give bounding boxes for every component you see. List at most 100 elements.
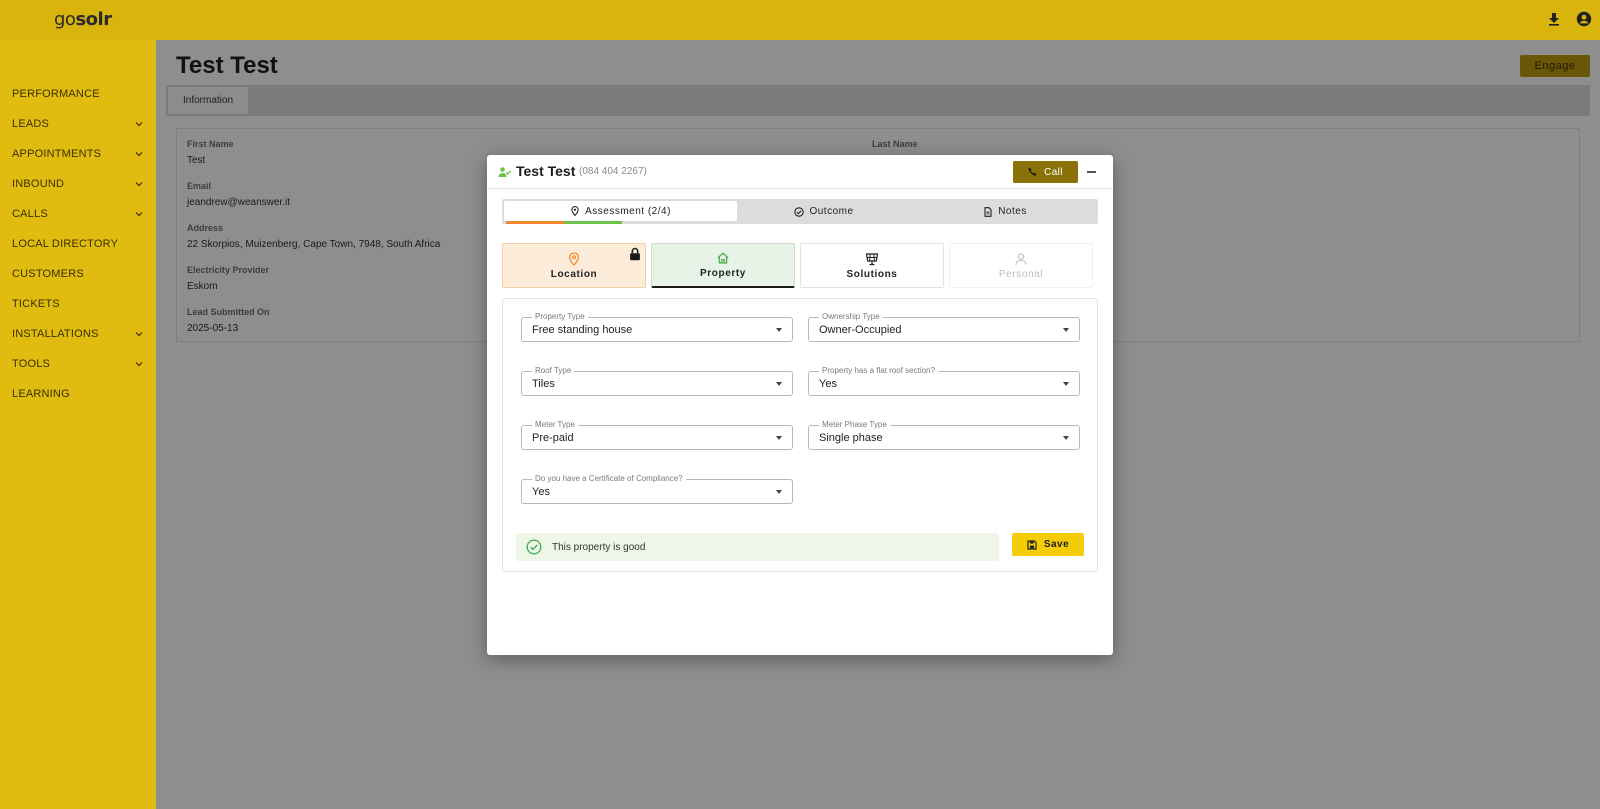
sidebar-item-label: LEARNING (12, 388, 70, 400)
chevron-down-icon (135, 182, 143, 187)
sidebar-item-learning[interactable]: LEARNING (0, 379, 156, 409)
step-location[interactable]: Location (502, 243, 646, 288)
location-pin-icon (568, 251, 580, 266)
step-personal[interactable]: Personal (949, 243, 1093, 288)
modal-lead-phone: (084 404 2267) (579, 166, 647, 177)
tab-notes-label: Notes (998, 206, 1027, 217)
caret-down-icon (1063, 436, 1069, 440)
modal-lead-name: Test Test (516, 163, 576, 179)
sidebar-item-label: LOCAL DIRECTORY (12, 238, 119, 250)
call-button[interactable]: Call (1013, 161, 1078, 183)
last-name-field: Last Name (872, 139, 918, 155)
sidebar-item-leads[interactable]: LEADS (0, 109, 156, 139)
chevron-down-icon (135, 212, 143, 217)
download-icon[interactable] (1546, 11, 1562, 27)
tab-notes[interactable]: Notes (912, 199, 1098, 224)
property-type-select[interactable]: Property Type Free standing house (521, 312, 793, 342)
first-name-field: First Name Test (187, 139, 234, 166)
logo-suffix: solr (75, 9, 112, 30)
sidebar-item-inbound[interactable]: INBOUND (0, 169, 156, 199)
chevron-down-icon (135, 332, 143, 337)
caret-down-icon (776, 328, 782, 332)
sidebar-item-installations[interactable]: INSTALLATIONS (0, 319, 156, 349)
select-label: Roof Type (532, 366, 575, 375)
field-label: Electricity Provider (187, 265, 270, 275)
select-label: Property Type (532, 312, 588, 321)
select-label: Property has a flat roof section? (819, 366, 938, 375)
address-field: Address 22 Skorpios, Muizenberg, Cape To… (187, 223, 440, 250)
sidebar-item-label: CUSTOMERS (12, 268, 84, 280)
top-bar: gosolr (0, 0, 1600, 40)
page-title: Test Test (176, 52, 278, 79)
sidebar-item-appointments[interactable]: APPOINTMENTS (0, 139, 156, 169)
sidebar-item-calls[interactable]: CALLS (0, 199, 156, 229)
roof-type-select[interactable]: Roof Type Tiles (521, 366, 793, 396)
property-form: Property Type Free standing house Owners… (502, 298, 1098, 572)
tab-outcome[interactable]: Outcome (739, 199, 909, 224)
tab-outcome-label: Outcome (809, 206, 854, 217)
page-tab-bar: Information (166, 85, 1590, 116)
sidebar-item-label: TOOLS (12, 358, 51, 370)
field-label: Last Name (872, 139, 918, 149)
select-value: Yes (532, 486, 550, 498)
step-solutions[interactable]: Solutions (800, 243, 944, 288)
caret-down-icon (1063, 328, 1069, 332)
electricity-provider-field: Electricity Provider Eskom (187, 265, 269, 292)
sidebar-item-label: TICKETS (12, 298, 60, 310)
caret-down-icon (1063, 382, 1069, 386)
caret-down-icon (776, 382, 782, 386)
select-label: Do you have a Certificate of Compliance? (532, 474, 686, 483)
minimize-icon[interactable] (1087, 171, 1096, 173)
sidebar-item-local-directory[interactable]: LOCAL DIRECTORY (0, 229, 156, 259)
sidebar-item-performance[interactable]: PERFORMANCE (0, 79, 156, 109)
sidebar-item-tools[interactable]: TOOLS (0, 349, 156, 379)
ownership-type-select[interactable]: Ownership Type Owner-Occupied (808, 312, 1080, 342)
select-label: Meter Phase Type (819, 420, 890, 429)
account-circle-icon[interactable] (1576, 11, 1592, 27)
step-personal-label: Personal (998, 268, 1044, 280)
engage-button[interactable]: Engage (1520, 55, 1590, 77)
solar-panel-icon (865, 252, 879, 265)
check-circle-icon (526, 539, 542, 555)
save-button[interactable]: Save (1012, 533, 1084, 556)
home-icon (717, 252, 729, 264)
select-value: Yes (819, 378, 837, 390)
field-label: Address (187, 223, 224, 233)
sidebar: PERFORMANCE LEADS APPOINTMENTS INBOUND C… (0, 40, 156, 809)
step-location-label: Location (550, 268, 598, 280)
field-value: jeandrew@weanswer.it (187, 197, 290, 208)
document-icon (984, 206, 992, 217)
field-label: Lead Submitted On (187, 307, 270, 317)
field-value: 2025-05-13 (187, 323, 239, 334)
sidebar-item-customers[interactable]: CUSTOMERS (0, 259, 156, 289)
select-value: Free standing house (532, 324, 633, 336)
field-value: 22 Skorpios, Muizenberg, Cape Town, 7948… (187, 239, 441, 250)
location-pin-icon (571, 206, 579, 216)
tab-assessment[interactable]: Assessment (2/4) (504, 201, 737, 224)
tab-assessment-label: Assessment (2/4) (585, 205, 671, 217)
user-check-icon (498, 167, 511, 177)
status-message-text: This property is good (552, 541, 646, 553)
flat-roof-select[interactable]: Property has a flat roof section? Yes (808, 366, 1080, 396)
app-logo[interactable]: gosolr (54, 9, 112, 30)
tab-information[interactable]: Information (168, 87, 248, 114)
step-solutions-label: Solutions (846, 268, 898, 280)
save-icon (1027, 539, 1037, 550)
select-value: Single phase (819, 432, 883, 444)
meter-type-select[interactable]: Meter Type Pre-paid (521, 420, 793, 450)
lock-icon (630, 247, 640, 261)
sidebar-item-tickets[interactable]: TICKETS (0, 289, 156, 319)
sidebar-item-label: CALLS (12, 208, 48, 220)
select-label: Meter Type (532, 420, 578, 429)
caret-down-icon (776, 490, 782, 494)
meter-phase-select[interactable]: Meter Phase Type Single phase (808, 420, 1080, 450)
step-property[interactable]: Property (651, 243, 795, 288)
modal-tab-bar: Assessment (2/4) Outcome Notes (502, 199, 1098, 224)
user-icon (1015, 252, 1027, 265)
save-button-label: Save (1043, 539, 1070, 550)
call-button-label: Call (1044, 166, 1063, 178)
step-property-label: Property (700, 268, 746, 279)
lead-submitted-field: Lead Submitted On 2025-05-13 (187, 307, 270, 334)
certificate-of-compliance-select[interactable]: Do you have a Certificate of Compliance?… (521, 474, 793, 504)
field-label: First Name (187, 139, 234, 149)
